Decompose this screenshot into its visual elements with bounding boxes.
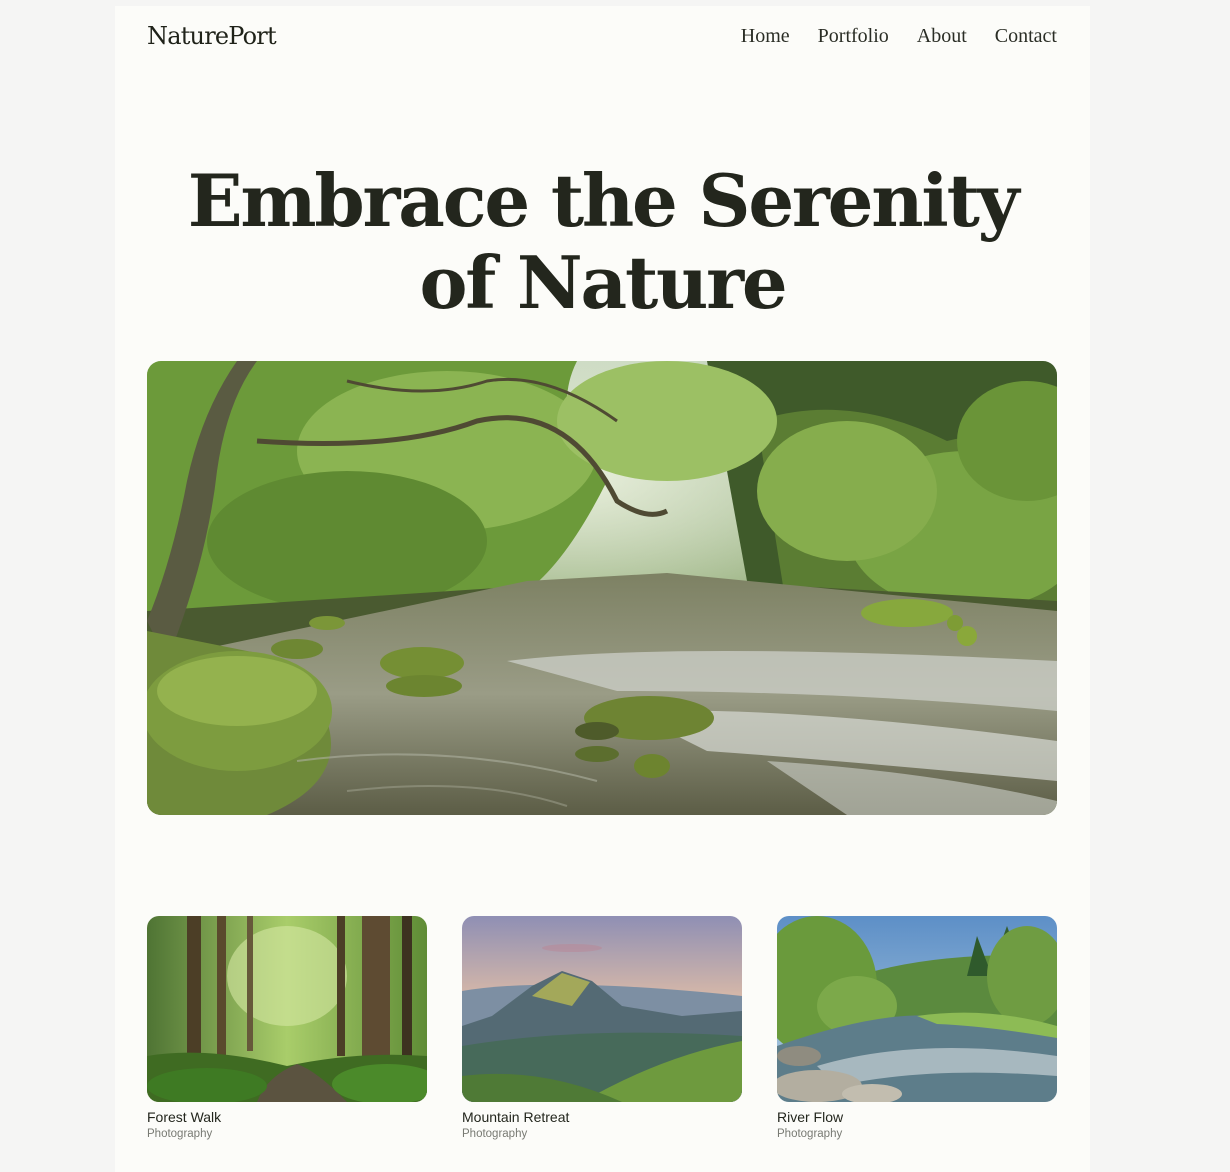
card-category: Photography (462, 1128, 528, 1140)
forest-river-illustration (147, 361, 1057, 815)
card-title: Forest Walk (147, 1109, 222, 1125)
gallery-card-forest-walk[interactable]: Forest Walk Photography (147, 916, 427, 1142)
card-image[interactable] (147, 916, 427, 1102)
site-header: NaturePort Home Portfolio About Contact (147, 20, 1057, 52)
river-valley-illustration (777, 916, 1057, 1102)
card-title: River Flow (777, 1109, 844, 1125)
hero-title: Embrace the Serenity of Nature (115, 160, 1090, 324)
nav-portfolio[interactable]: Portfolio (818, 25, 889, 48)
forest-path-illustration (147, 916, 427, 1102)
portfolio-gallery: Forest Walk Photography Mountain Retreat… (147, 916, 1057, 1142)
nav-home[interactable]: Home (741, 25, 790, 48)
card-image[interactable] (777, 916, 1057, 1102)
hero-title-line-1: Embrace the Serenity (187, 158, 1020, 243)
site-logo[interactable]: NaturePort (147, 22, 277, 50)
card-image[interactable] (462, 916, 742, 1102)
card-category: Photography (777, 1128, 843, 1140)
card-title: Mountain Retreat (462, 1109, 570, 1125)
hero-title-line-2: of Nature (419, 240, 787, 325)
gallery-card-river-flow[interactable]: River Flow Photography (777, 916, 1057, 1142)
nav-contact[interactable]: Contact (995, 25, 1057, 48)
gallery-card-mountain-retreat[interactable]: Mountain Retreat Photography (462, 916, 742, 1142)
hero-image[interactable] (147, 361, 1057, 815)
mountain-sunset-illustration (462, 916, 742, 1102)
card-category: Photography (147, 1128, 213, 1140)
page-container: NaturePort Home Portfolio About Contact … (115, 6, 1090, 1172)
nav-about[interactable]: About (917, 25, 967, 48)
main-nav: Home Portfolio About Contact (741, 25, 1057, 48)
